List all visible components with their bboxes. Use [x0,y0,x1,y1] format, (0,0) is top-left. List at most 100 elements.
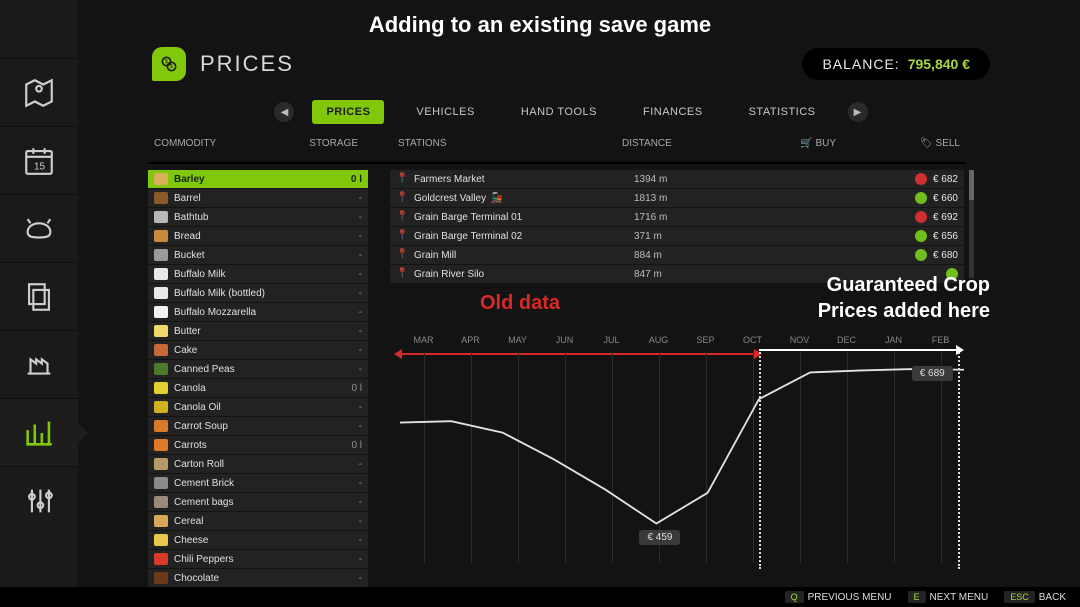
commodity-row[interactable]: Carrot Soup- [148,417,368,435]
sidebar-stats[interactable] [0,398,78,466]
commodity-row[interactable]: Canola0 l [148,379,368,397]
commodity-row[interactable]: Barrel- [148,189,368,207]
station-sell: € 682 [844,173,958,185]
commodity-name: Chili Peppers [174,554,359,565]
commodity-icon [154,553,168,565]
commodity-row[interactable]: Cheese- [148,531,368,549]
commodity-row[interactable]: Canned Peas- [148,360,368,378]
balance-value: 795,840 € [908,56,970,72]
balance-pill: BALANCE: 795,840 € [802,48,990,80]
commodity-icon [154,344,168,356]
commodity-storage: - [359,535,362,546]
sidebar-calendar[interactable]: 15 [0,126,78,194]
commodity-icon [154,401,168,413]
station-sell: € 692 [844,211,958,223]
station-row[interactable]: 📍Goldcrest Valley 🚂1813 m€ 660 [390,189,964,207]
commodity-row[interactable]: Cement bags- [148,493,368,511]
commodity-row[interactable]: Carton Roll- [148,455,368,473]
sidebar-settings[interactable] [0,466,78,534]
commodity-row[interactable]: Bucket- [148,246,368,264]
commodity-storage: - [359,554,362,565]
commodity-row[interactable]: Barley0 l [148,170,368,188]
month-label: JAN [870,335,917,345]
location-icon: 📍 [396,192,408,204]
commodity-row[interactable]: Bread- [148,227,368,245]
commodity-row[interactable]: Buffalo Mozzarella- [148,303,368,321]
station-row[interactable]: 📍Grain Barge Terminal 02371 m€ 656 [390,227,964,245]
commodity-icon [154,230,168,242]
sidebar-production[interactable] [0,330,78,398]
commodity-row[interactable]: Cereal- [148,512,368,530]
commodity-row[interactable]: Canola Oil- [148,398,368,416]
commodity-name: Bucket [174,250,359,261]
station-name: Grain Barge Terminal 02 [414,231,634,242]
commodity-icon [154,477,168,489]
commodity-list[interactable]: Barley0 lBarrel-Bathtub-Bread-Bucket-Buf… [148,170,368,587]
tab-vehicles[interactable]: VEHICLES [402,100,488,124]
commodity-name: Cake [174,345,359,356]
station-row[interactable]: 📍Farmers Market1394 m€ 682 [390,170,964,188]
commodity-storage: - [359,288,362,299]
station-distance: 371 m [634,231,754,242]
tabs-prev[interactable]: ◀ [274,102,294,122]
location-icon: 📍 [396,249,408,261]
commodity-name: Canola [174,383,351,394]
footer-back[interactable]: ESCBACK [1004,592,1066,603]
station-name: Grain Mill [414,250,634,261]
commodity-icon [154,515,168,527]
tabs-next[interactable]: ▶ [848,102,868,122]
header: $$ PRICES BALANCE: 795,840 € [152,44,990,84]
trend-icon [915,192,927,204]
month-label: AUG [635,335,682,345]
commodity-name: Barrel [174,193,359,204]
commodity-row[interactable]: Buffalo Milk- [148,265,368,283]
commodity-icon [154,192,168,204]
location-icon: 📍 [396,211,408,223]
stations-list[interactable]: 📍Farmers Market1394 m€ 682📍Goldcrest Val… [390,170,964,284]
tab-prices[interactable]: PRICES [312,100,384,124]
commodity-row[interactable]: Cake- [148,341,368,359]
footer-prev[interactable]: QPREVIOUS MENU [785,592,892,603]
commodity-storage: - [359,307,362,318]
commodity-row[interactable]: Butter- [148,322,368,340]
commodity-icon [154,420,168,432]
sidebar-animals[interactable] [0,194,78,262]
commodity-name: Buffalo Milk (bottled) [174,288,359,299]
tab-hand-tools[interactable]: HAND TOOLS [507,100,611,124]
commodity-storage: - [359,364,362,375]
location-icon: 📍 [396,268,408,280]
commodity-row[interactable]: Chili Peppers- [148,550,368,568]
prices-icon: $$ [152,47,186,81]
commodity-name: Cheese [174,535,359,546]
commodity-storage: - [359,326,362,337]
month-label: FEB [917,335,964,345]
commodity-row[interactable]: Bathtub- [148,208,368,226]
svg-text:$: $ [170,64,173,70]
month-label: JUN [541,335,588,345]
commodity-row[interactable]: Carrots0 l [148,436,368,454]
stations-scrollbar[interactable] [969,170,974,278]
station-name: Grain Barge Terminal 01 [414,212,634,223]
footer-next[interactable]: ENEXT MENU [908,592,989,603]
commodity-name: Canned Peas [174,364,359,375]
commodity-storage: - [359,345,362,356]
sidebar-contracts[interactable] [0,262,78,330]
station-row[interactable]: 📍Grain Barge Terminal 011716 m€ 692 [390,208,964,226]
commodity-row[interactable]: Chocolate- [148,569,368,587]
commodity-row[interactable]: Cement Brick- [148,474,368,492]
commodity-name: Canola Oil [174,402,359,413]
commodity-name: Buffalo Mozzarella [174,307,359,318]
month-label: SEP [682,335,729,345]
commodity-name: Butter [174,326,359,337]
tab-statistics[interactable]: STATISTICS [735,100,830,124]
sidebar-map[interactable] [0,58,78,126]
commodity-storage: 0 l [351,440,362,451]
commodity-row[interactable]: Buffalo Milk (bottled)- [148,284,368,302]
tab-finances[interactable]: FINANCES [629,100,717,124]
station-row[interactable]: 📍Grain Mill884 m€ 680 [390,246,964,264]
month-label: MAR [400,335,447,345]
commodity-icon [154,572,168,584]
trend-icon [915,249,927,261]
trend-icon [915,211,927,223]
commodity-icon [154,439,168,451]
